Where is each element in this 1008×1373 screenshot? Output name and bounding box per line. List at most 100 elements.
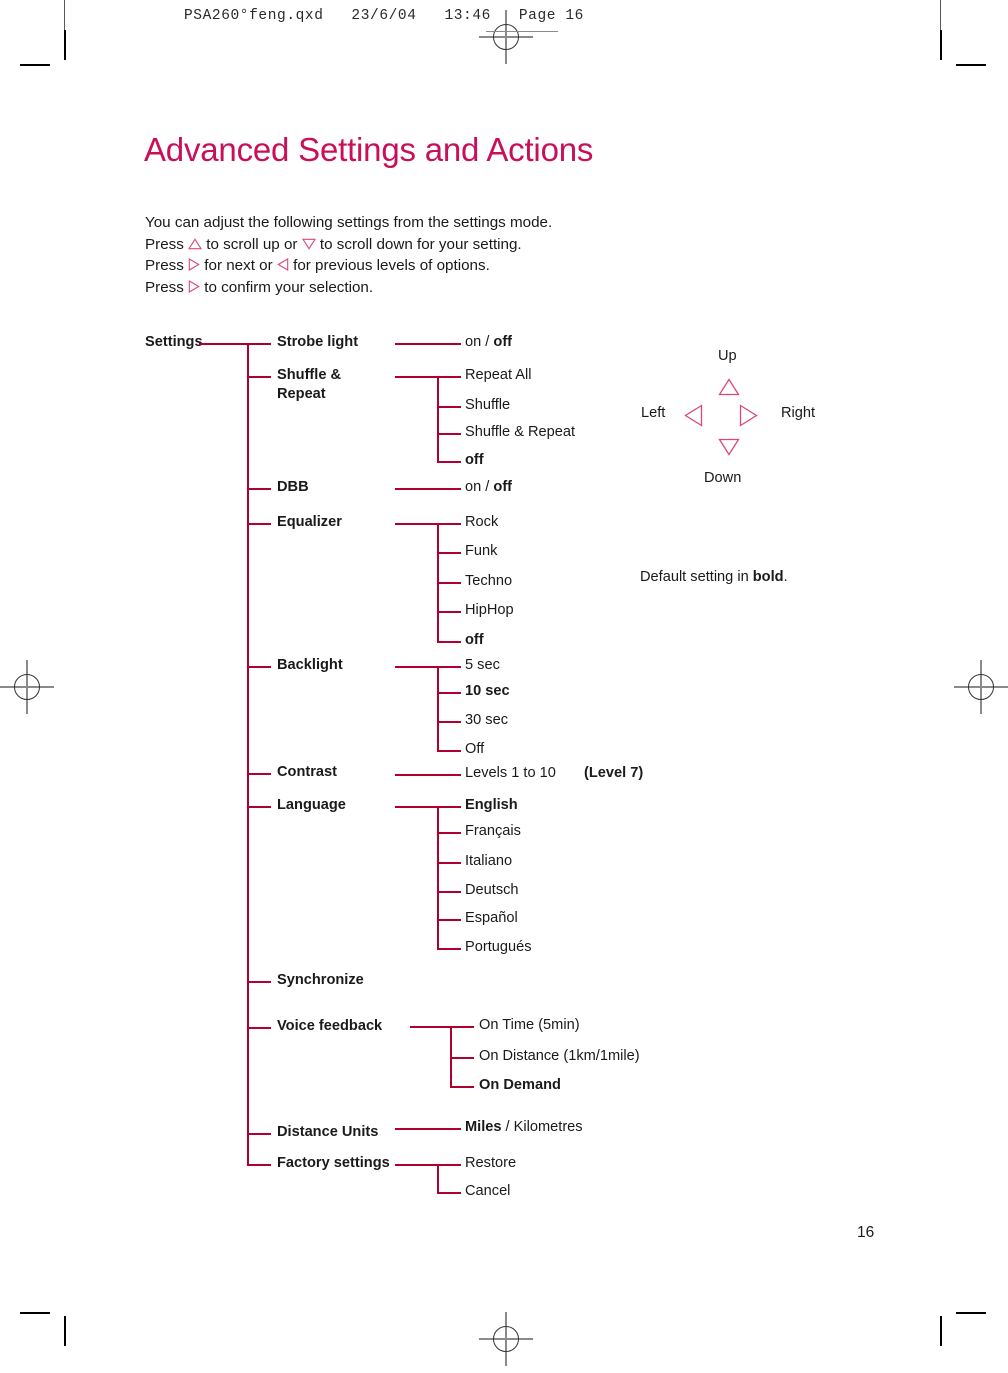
option-text: Français — [465, 823, 521, 839]
branch-connector-8 — [247, 1027, 271, 1030]
option-text: Funk — [465, 543, 498, 559]
tree-main-spine — [247, 343, 250, 1164]
option-text: Shuffle — [465, 397, 511, 413]
option-connector-10-1 — [437, 1192, 461, 1195]
option-text: on / — [465, 334, 494, 350]
option-label-4-1: 10 sec — [465, 683, 510, 699]
option-text: 30 sec — [465, 712, 508, 728]
option-label-3-3: HipHop — [465, 602, 514, 618]
option-label-8-0: On Time (5min) — [479, 1017, 580, 1033]
option-spine-6 — [437, 806, 440, 951]
option-text: off — [465, 452, 484, 468]
option-connector-4-0 — [437, 666, 461, 669]
branch-label-2: DBB — [277, 479, 309, 495]
option-connector-2-0 — [395, 488, 461, 491]
option-connector-4-2 — [437, 721, 461, 724]
branch-label-1-line2: Repeat — [277, 386, 326, 402]
option-label-6-4: Español — [465, 910, 518, 926]
branch-label-9: Distance Units — [277, 1124, 379, 1140]
option-text: On Demand — [479, 1077, 561, 1093]
nav-triangle-down-icon — [718, 438, 740, 456]
tree-root-label: Settings — [145, 334, 203, 350]
note-suffix: . — [783, 569, 788, 585]
option-connector-8-0 — [450, 1026, 474, 1029]
option-label-1-0: Repeat All — [465, 367, 532, 383]
option-text: Shuffle & Repeat — [465, 424, 576, 440]
option-label-3-0: Rock — [465, 514, 498, 530]
option-connector-5-0 — [395, 774, 461, 777]
option-label-1-3: off — [465, 452, 484, 468]
option-connector-3-1 — [437, 552, 461, 555]
option-leadin-10 — [395, 1164, 440, 1167]
option-connector-9-0 — [395, 1128, 461, 1131]
option-label-9-0: Miles / Kilometres — [465, 1119, 583, 1135]
option-connector-0-0 — [395, 343, 461, 346]
option-label-3-2: Techno — [465, 573, 512, 589]
branch-label-6: Language — [277, 797, 346, 813]
option-connector-10-0 — [437, 1164, 461, 1167]
branch-label-10: Factory settings — [277, 1155, 390, 1171]
nav-label-up: Up — [718, 348, 737, 364]
option-text: On Time (5min) — [479, 1017, 580, 1033]
option-label-4-3: Off — [465, 741, 484, 757]
branch-connector-3 — [247, 523, 271, 526]
option-leadin-8 — [410, 1026, 453, 1029]
default-setting-note: Default setting in bold. — [640, 569, 788, 585]
option-connector-4-1 — [437, 692, 461, 695]
option-text: 10 sec — [465, 683, 510, 699]
branch-label-8: Voice feedback — [277, 1018, 383, 1034]
branch-label-3: Equalizer — [277, 514, 342, 530]
branch-connector-9 — [247, 1133, 271, 1136]
nav-triangle-left-icon — [684, 404, 703, 427]
branch-connector-1 — [247, 376, 271, 379]
option-text-suffix: off — [493, 479, 513, 495]
option-spine-1 — [437, 376, 440, 464]
option-label-2-0: on / off — [465, 479, 512, 495]
option-connector-6-2 — [437, 862, 461, 865]
option-connector-6-3 — [437, 891, 461, 894]
option-text: Italiano — [465, 853, 513, 869]
option-label-3-4: off — [465, 632, 484, 648]
option-connector-1-2 — [437, 433, 461, 436]
option-text: HipHop — [465, 602, 514, 618]
branch-label-4: Backlight — [277, 657, 343, 673]
option-connector-8-1 — [450, 1057, 474, 1060]
branch-connector-10 — [247, 1164, 271, 1167]
option-label-3-1: Funk — [465, 543, 497, 559]
option-label-5-0: Levels 1 to 10 — [465, 765, 556, 781]
option-label-1-2: Shuffle & Repeat — [465, 424, 575, 440]
option-text: Levels 1 to 10 — [465, 765, 556, 781]
option-leadin-6 — [395, 806, 440, 809]
option-text: On Distance (1km/1mile) — [479, 1048, 640, 1064]
option-label-6-1: Français — [465, 823, 521, 839]
option-text: on / — [465, 479, 494, 495]
option-connector-3-2 — [437, 582, 461, 585]
option-text: 5 sec — [465, 657, 500, 673]
option-text: Cancel — [465, 1183, 511, 1199]
option-label-8-2: On Demand — [479, 1077, 561, 1093]
root-connector-line — [199, 343, 271, 346]
option-label-10-0: Restore — [465, 1155, 516, 1171]
option-connector-3-4 — [437, 641, 461, 644]
option-text: off — [465, 632, 484, 648]
option-label-4-2: 30 sec — [465, 712, 508, 728]
nav-label-down: Down — [704, 470, 742, 486]
option-connector-4-3 — [437, 750, 461, 753]
option-text: Deutsch — [465, 882, 519, 898]
branch-label-7: Synchronize — [277, 972, 364, 988]
nav-label-right: Right — [781, 405, 816, 421]
option-text: Español — [465, 910, 518, 926]
branch-connector-4 — [247, 666, 271, 669]
note-bold-word: bold — [752, 569, 784, 585]
option-leadin-3 — [395, 523, 440, 526]
option-label-6-5: Portugués — [465, 939, 532, 955]
option-connector-8-2 — [450, 1086, 474, 1089]
option-leadin-4 — [395, 666, 440, 669]
nav-triangle-up-icon — [718, 378, 740, 396]
branch-connector-7 — [247, 981, 271, 984]
option-text: Portugués — [465, 939, 532, 955]
option-text: Repeat All — [465, 367, 532, 383]
branch-connector-5 — [247, 773, 271, 776]
option-connector-1-1 — [437, 406, 461, 409]
branch-connector-2 — [247, 488, 271, 491]
